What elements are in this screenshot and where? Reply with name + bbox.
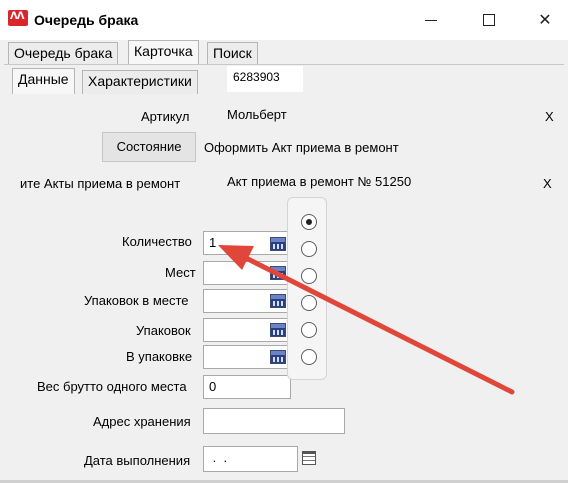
gross-weight-input[interactable]: 0 xyxy=(203,375,291,399)
calendar-icon[interactable] xyxy=(302,451,316,465)
radio-option[interactable] xyxy=(301,322,317,338)
state-button[interactable]: Состояние xyxy=(102,132,196,162)
radio-option[interactable] xyxy=(301,214,317,230)
minimize-button[interactable] xyxy=(408,6,454,34)
window-title: Очередь брака xyxy=(34,12,139,28)
article-label: Артикул xyxy=(141,109,190,124)
radio-option[interactable] xyxy=(301,349,317,365)
storage-address-label: Адрес хранения xyxy=(93,414,191,429)
date-label: Дата выполнения xyxy=(84,453,191,468)
record-id: 6283903 xyxy=(227,66,303,92)
close-icon: ✕ xyxy=(538,10,552,29)
title-bar: ᐱᐱ Очередь брака ✕ xyxy=(0,0,568,40)
acts-label: ите Акты приема в ремонт xyxy=(20,176,181,191)
tab-search[interactable]: Поиск xyxy=(207,42,258,64)
maximize-icon xyxy=(483,14,495,26)
article-clear-button[interactable]: X xyxy=(545,109,554,124)
close-button[interactable]: ✕ xyxy=(522,6,568,34)
in-pack-label: В упаковке xyxy=(126,349,193,364)
packs-label: Упаковок xyxy=(136,323,191,338)
maximize-button[interactable] xyxy=(466,6,512,34)
app-logo-icon: ᐱᐱ xyxy=(8,10,28,26)
state-value: Оформить Акт приема в ремонт xyxy=(204,140,399,155)
storage-address-input[interactable] xyxy=(203,408,345,434)
minimize-icon xyxy=(425,20,437,21)
radio-option[interactable] xyxy=(301,268,317,284)
calculator-icon[interactable] xyxy=(270,350,286,364)
places-label: Мест xyxy=(165,265,196,280)
tab-card[interactable]: Карточка xyxy=(128,40,199,64)
radio-option[interactable] xyxy=(301,295,317,311)
packs-in-place-label: Упаковок в месте xyxy=(84,293,189,308)
acts-value: Акт приема в ремонт № 51250 xyxy=(227,174,412,189)
calculator-icon[interactable] xyxy=(270,266,286,280)
radio-option[interactable] xyxy=(301,241,317,257)
tab-defect-queue[interactable]: Очередь брака xyxy=(8,42,119,64)
calculator-icon[interactable] xyxy=(270,237,286,251)
calculator-icon[interactable] xyxy=(270,294,286,308)
quantity-label: Количество xyxy=(122,234,192,249)
date-input[interactable]: . . xyxy=(203,446,298,472)
radio-group xyxy=(287,197,327,380)
gross-weight-label: Вес брутто одного места xyxy=(37,379,187,394)
tab-divider xyxy=(4,64,564,65)
acts-clear-button[interactable]: X xyxy=(543,176,552,191)
calculator-icon[interactable] xyxy=(270,323,286,337)
tab-characteristics[interactable]: Характеристики xyxy=(82,70,198,94)
tab-data[interactable]: Данные xyxy=(12,68,75,94)
article-value: Мольберт xyxy=(227,107,287,122)
